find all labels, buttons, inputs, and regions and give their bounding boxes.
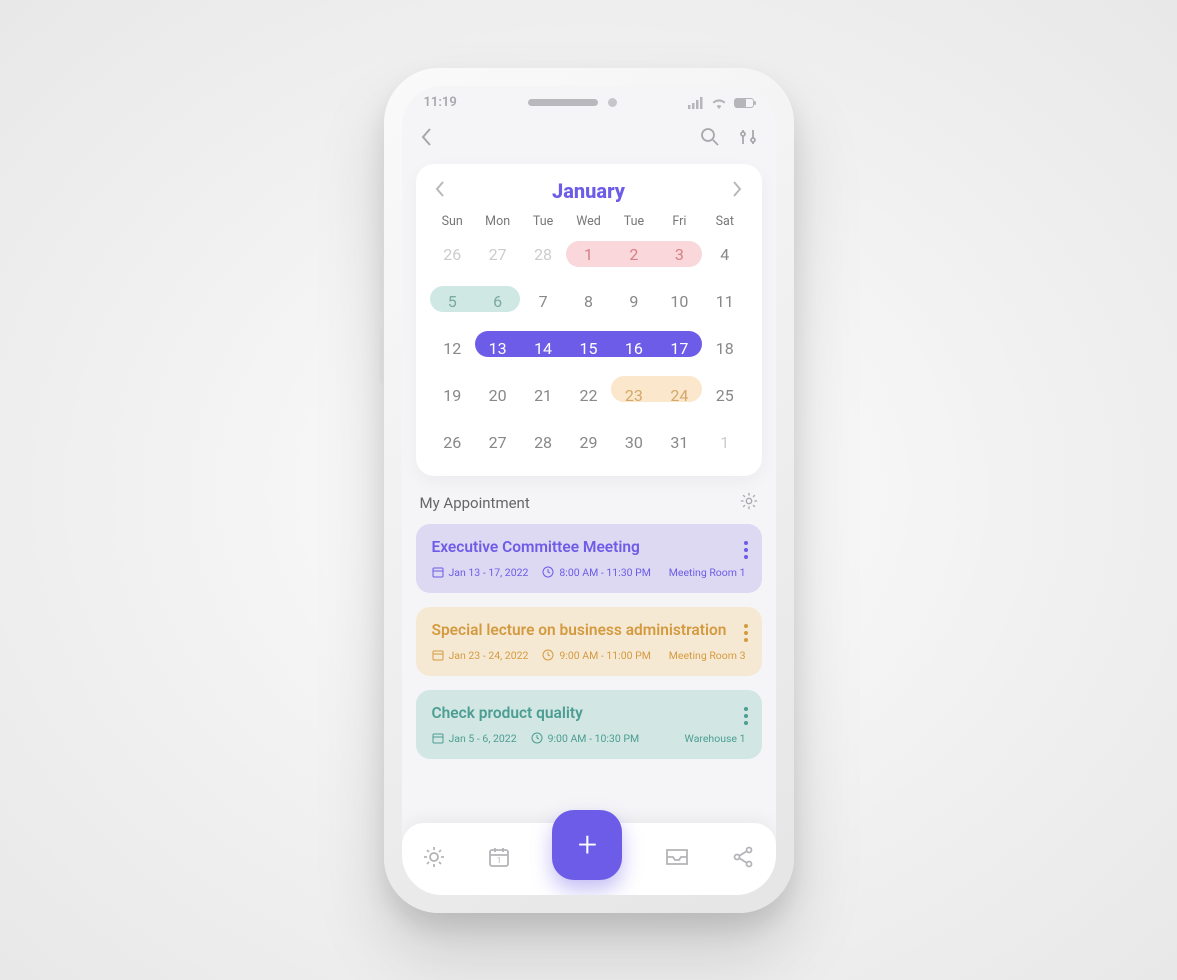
calendar-card: January Sun Mon Tue Wed Tue Fri Sat [416,164,762,476]
calendar-day[interactable]: 7 [520,286,565,317]
calendar-day[interactable]: 27 [475,427,520,458]
calendar-grid: 2627281234567891011121314151617181920212… [430,239,748,458]
add-button[interactable]: + [552,810,622,880]
calendar-day[interactable]: 11 [702,286,747,317]
calendar-day[interactable]: 28 [520,239,565,270]
more-icon[interactable] [744,538,748,562]
calendar-day[interactable]: 28 [520,427,565,458]
calendar-day[interactable]: 2 [611,239,656,270]
calendar-day[interactable]: 15 [566,333,611,364]
calendar-day[interactable]: 21 [520,380,565,411]
appointment-location: Meeting Room 1 [669,566,746,579]
month-label: January [552,179,625,203]
calendar-day[interactable]: 22 [566,380,611,411]
calendar-day[interactable]: 5 [430,286,475,317]
calendar-day[interactable]: 1 [566,239,611,270]
nav-brightness-icon[interactable] [422,845,446,873]
camera-dot [608,98,617,107]
more-icon[interactable] [744,704,748,728]
svg-text:1: 1 [497,856,502,865]
appointment-card[interactable]: Check product quality Jan 5 - 6, 2022 9:… [416,690,762,759]
calendar-day[interactable]: 19 [430,380,475,411]
speaker-pill [528,99,598,106]
next-month-button[interactable] [727,176,747,206]
calendar-day[interactable]: 29 [566,427,611,458]
appointment-time: 8:00 AM - 11:30 PM [559,566,651,579]
calendar-day[interactable]: 23 [611,380,656,411]
clock-icon: 9:00 AM - 10:30 PM [531,732,640,745]
screen: 11:19 [402,86,776,895]
back-button[interactable] [420,127,434,151]
filter-icon[interactable] [738,127,758,151]
calendar-day[interactable]: 4 [702,239,747,270]
calendar-day[interactable]: 14 [520,333,565,364]
nav-inbox-icon[interactable] [664,846,690,872]
calendar-small-icon: Jan 5 - 6, 2022 [432,732,517,745]
clock-icon: 9:00 AM - 11:00 PM [542,649,651,662]
appointment-time: 9:00 AM - 10:30 PM [548,732,640,745]
calendar-day[interactable]: 8 [566,286,611,317]
calendar-day[interactable]: 24 [657,380,702,411]
calendar-day[interactable]: 27 [475,239,520,270]
calendar-day[interactable]: 16 [611,333,656,364]
battery-icon [734,98,754,108]
search-icon[interactable] [700,127,720,151]
calendar-day[interactable]: 26 [430,239,475,270]
calendar-small-icon: Jan 13 - 17, 2022 [432,566,529,579]
appointment-title: Check product quality [432,704,746,722]
clock-icon: 8:00 AM - 11:30 PM [542,566,651,579]
day-of-week-row: Sun Mon Tue Wed Tue Fri Sat [430,214,748,229]
calendar-small-icon: Jan 23 - 24, 2022 [432,649,529,662]
calendar-day[interactable]: 12 [430,333,475,364]
appointment-card[interactable]: Executive Committee Meeting Jan 13 - 17,… [416,524,762,593]
appointment-title: Executive Committee Meeting [432,538,746,556]
more-icon[interactable] [744,621,748,645]
appointment-location: Meeting Room 3 [669,649,746,662]
calendar-day[interactable]: 30 [611,427,656,458]
calendar-day[interactable]: 1 [702,427,747,458]
appointment-card[interactable]: Special lecture on business administrati… [416,607,762,676]
appointment-date: Jan 5 - 6, 2022 [449,732,517,745]
section-title: My Appointment [420,494,530,512]
appointment-time: 9:00 AM - 11:00 PM [559,649,651,662]
appointment-date: Jan 23 - 24, 2022 [449,649,529,662]
appointment-title: Special lecture on business administrati… [432,621,746,639]
calendar-day[interactable]: 6 [475,286,520,317]
wifi-icon [711,97,727,109]
calendar-day[interactable]: 31 [657,427,702,458]
phone-frame: 11:19 [384,68,794,913]
calendar-day[interactable]: 13 [475,333,520,364]
status-time: 11:19 [424,95,457,110]
calendar-day[interactable]: 10 [657,286,702,317]
nav-calendar-icon[interactable]: 1 [487,845,511,873]
calendar-day[interactable]: 25 [702,380,747,411]
status-bar: 11:19 [402,86,776,120]
appointment-date: Jan 13 - 17, 2022 [449,566,529,579]
settings-icon[interactable] [740,492,758,514]
signal-icon [688,97,704,109]
top-nav [402,120,776,158]
calendar-day[interactable]: 18 [702,333,747,364]
nav-share-icon[interactable] [731,845,755,873]
prev-month-button[interactable] [430,176,450,206]
calendar-day[interactable]: 3 [657,239,702,270]
bottom-nav: 1 + [402,823,776,895]
calendar-day[interactable]: 9 [611,286,656,317]
appointment-location: Warehouse 1 [685,732,746,745]
calendar-day[interactable]: 17 [657,333,702,364]
calendar-day[interactable]: 26 [430,427,475,458]
calendar-day[interactable]: 20 [475,380,520,411]
